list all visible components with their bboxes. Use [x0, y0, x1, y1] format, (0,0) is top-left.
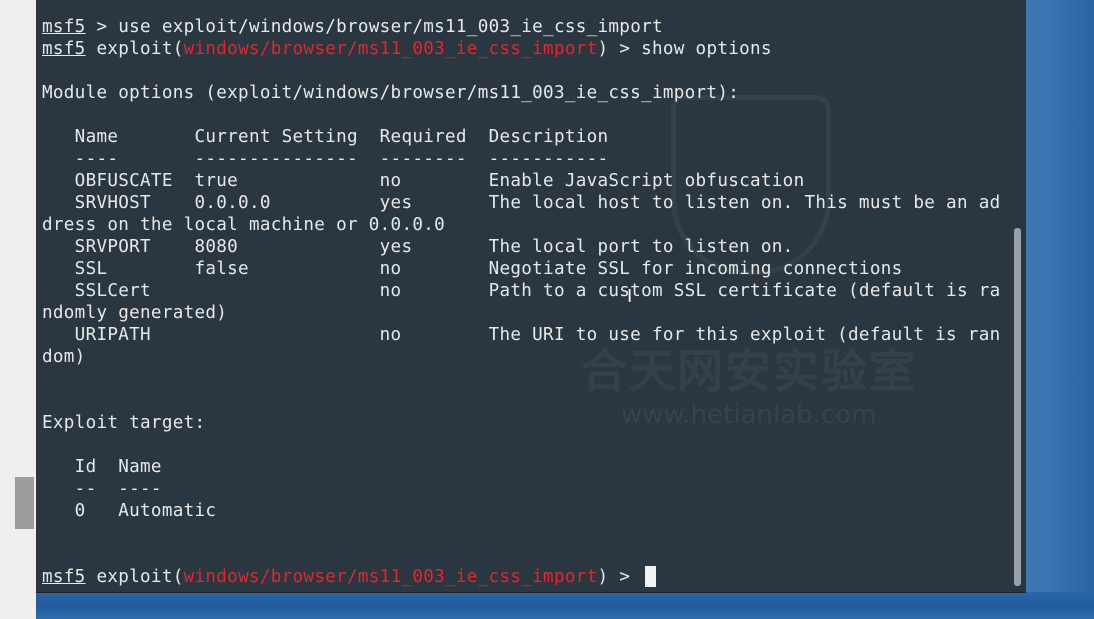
- module-path: windows/browser/ms11_003_ie_css_import: [183, 567, 598, 587]
- terminal-cursor: [645, 566, 657, 587]
- prompt-label: msf5: [42, 39, 86, 59]
- terminal-line-show-options: msf5 exploit(windows/browser/ms11_003_ie…: [42, 38, 1014, 60]
- exploit-prefix: exploit(: [85, 39, 184, 59]
- target-table-rule: -- ----: [42, 479, 162, 499]
- options-table-row: ndomly generated): [42, 303, 228, 323]
- use-command-text: > use exploit/windows/browser/ms11_003_i…: [85, 17, 663, 37]
- desktop-background-right: [1026, 0, 1094, 592]
- terminal-window[interactable]: 合天网安实验室 www.hetianlab.com msf5 > use exp…: [36, 0, 1026, 593]
- left-scroll-strip: [0, 0, 36, 619]
- module-options-heading: Module options (exploit/windows/browser/…: [42, 83, 740, 103]
- options-table-rule: ---- --------------- -------- ----------…: [42, 149, 609, 169]
- options-table-row: SRVPORT 8080 yes The local port to liste…: [42, 237, 794, 257]
- module-path: windows/browser/ms11_003_ie_css_import: [183, 39, 598, 59]
- left-scroll-thumb[interactable]: [15, 477, 34, 529]
- options-table-row: dom): [42, 347, 86, 367]
- target-table-row: 0 Automatic: [42, 501, 217, 521]
- desktop-background-bottom: [36, 592, 1094, 619]
- terminal-scrollbar[interactable]: [1014, 228, 1021, 586]
- options-table-header: Name Current Setting Required Descriptio…: [42, 127, 609, 147]
- exploit-prefix: exploit(: [85, 567, 184, 587]
- prompt-label: msf5: [42, 567, 86, 587]
- show-options-text: ) > show options: [597, 39, 772, 59]
- prompt-tail: ) >: [597, 567, 642, 587]
- options-table-row: OBFUSCATE true no Enable JavaScript obfu…: [42, 171, 805, 191]
- prompt-label: msf5: [42, 17, 86, 37]
- terminal-input-line[interactable]: msf5 exploit(windows/browser/ms11_003_ie…: [42, 566, 1014, 588]
- options-table-row: dress on the local machine or 0.0.0.0: [42, 215, 446, 235]
- exploit-target-heading: Exploit target:: [42, 413, 206, 433]
- target-table-header: Id Name: [42, 457, 162, 477]
- options-table-row: SRVHOST 0.0.0.0 yes The local host to li…: [42, 193, 1001, 213]
- options-table-row: URIPATH no The URI to use for this explo…: [42, 325, 1001, 345]
- terminal-line-use-command: msf5 > use exploit/windows/browser/ms11_…: [42, 16, 1014, 38]
- text-cursor-icon: I: [627, 286, 633, 307]
- options-table-row: SSLCert no Path to a custom SSL certific…: [42, 281, 1001, 301]
- options-table-row: SSL false no Negotiate SSL for incoming …: [42, 259, 903, 279]
